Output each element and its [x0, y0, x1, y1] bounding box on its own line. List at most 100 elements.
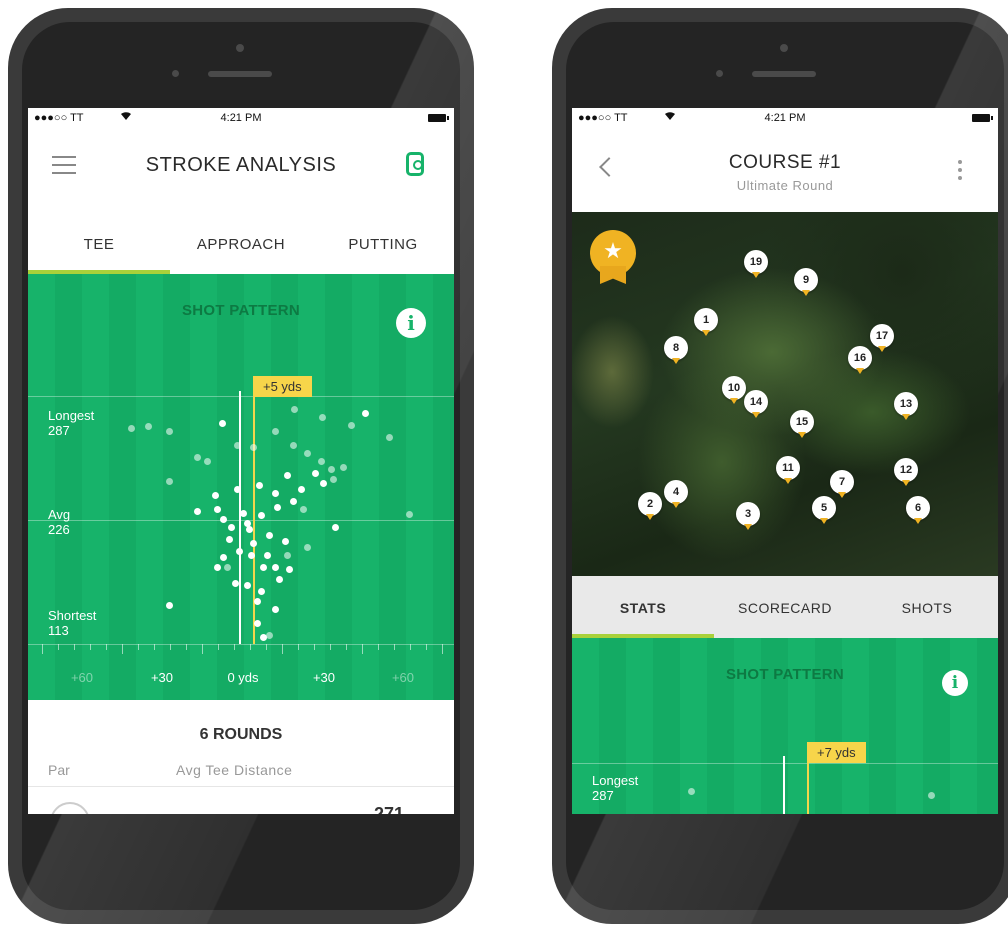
shot-dot — [232, 580, 239, 587]
info-icon[interactable]: i — [942, 670, 968, 696]
analysis-tabs: TEE APPROACH PUTTING — [28, 228, 454, 274]
shot-dot — [236, 548, 243, 555]
proximity-sensor — [716, 70, 723, 77]
battery-icon — [972, 114, 993, 122]
shot-dot — [298, 486, 305, 493]
course-tabs: STATS SCORECARD SHOTS — [572, 576, 998, 638]
shot-dot — [256, 482, 263, 489]
shot-dot — [330, 476, 337, 483]
hole-pin-9[interactable]: 9 — [794, 268, 818, 296]
hole-pin-17[interactable]: 17 — [870, 324, 894, 352]
axis-tick — [202, 644, 203, 654]
shot-dot — [328, 466, 335, 473]
shot-dot — [240, 510, 247, 517]
shot-dot — [332, 524, 339, 531]
earpiece-speaker — [752, 71, 816, 77]
hole-pin-19[interactable]: 19 — [744, 250, 768, 278]
axis-tick — [314, 644, 315, 650]
shot-dot — [304, 450, 311, 457]
par-label: Par — [48, 762, 70, 778]
bias-line — [807, 756, 809, 814]
axis-tick — [154, 644, 155, 650]
tab-scorecard[interactable]: SCORECARD — [714, 576, 856, 638]
watch-icon[interactable] — [406, 152, 424, 176]
status-bar: ●●●○○ TT 4:21 PM — [572, 108, 998, 130]
hole-pin-2[interactable]: 2 — [638, 492, 662, 520]
info-icon[interactable]: i — [396, 308, 426, 338]
shot-dot — [234, 486, 241, 493]
axis-tick — [362, 644, 363, 654]
course-map[interactable]: ★ 19 9 1 8 17 16 10 14 13 15 11 7 12 4 2 3 5 6 — [572, 212, 998, 576]
left-phone: ●●●○○ TT 4:21 PM STROKE ANALYSIS TEE APP… — [8, 8, 474, 924]
right-screen: ●●●○○ TT 4:21 PM COURSE #1 Ultimate Roun… — [572, 108, 998, 814]
hole-pin-13[interactable]: 13 — [894, 392, 918, 420]
tab-stats[interactable]: STATS — [572, 576, 714, 638]
shot-dot — [250, 444, 257, 451]
tab-putting[interactable]: PUTTING — [312, 228, 454, 274]
star-badge-icon: ★ — [590, 230, 636, 284]
axis-tick — [378, 644, 379, 650]
course-header: COURSE #1 Ultimate Round — [572, 130, 998, 212]
shot-dot — [166, 478, 173, 485]
tab-shots[interactable]: SHOTS — [856, 576, 998, 638]
shot-dot — [220, 516, 227, 523]
shot-dot — [272, 564, 279, 571]
status-bar: ●●●○○ TT 4:21 PM — [28, 108, 454, 130]
tab-tee[interactable]: TEE — [28, 228, 170, 274]
shot-dot — [204, 458, 211, 465]
avg-tee-distance-label: Avg Tee Distance — [176, 762, 293, 778]
hole-pin-5[interactable]: 5 — [812, 496, 836, 524]
shot-dot — [234, 442, 241, 449]
hole-pin-7[interactable]: 7 — [830, 470, 854, 498]
shot-dot — [272, 490, 279, 497]
shot-pattern-title: SHOT PATTERN — [181, 302, 301, 319]
hole-pin-1[interactable]: 1 — [694, 308, 718, 336]
shot-dot — [258, 588, 265, 595]
shot-dot — [224, 564, 231, 571]
center-line — [239, 391, 241, 644]
shot-dot — [166, 428, 173, 435]
hole-pin-3[interactable]: 3 — [736, 502, 760, 530]
shot-dot — [286, 566, 293, 573]
shot-dot — [212, 492, 219, 499]
shot-dot — [194, 454, 201, 461]
longest-label: Longest 287 — [48, 408, 95, 438]
shot-dot — [318, 458, 325, 465]
proximity-sensor — [172, 70, 179, 77]
axis-label-right-60: +60 — [391, 670, 415, 685]
axis-tick — [394, 644, 395, 650]
battery-icon — [428, 114, 449, 122]
hole-pin-4[interactable]: 4 — [664, 480, 688, 508]
avg-label: Avg 226 — [48, 507, 71, 537]
axis-baseline — [28, 644, 454, 645]
shot-dot — [304, 544, 311, 551]
hole-pin-11[interactable]: 11 — [776, 456, 800, 484]
axis-tick — [442, 644, 443, 654]
shot-pattern-panel: SHOT PATTERN i Longest 287 Avg 226 Short… — [28, 274, 454, 700]
hole-pin-6[interactable]: 6 — [906, 496, 930, 524]
hole-pin-14[interactable]: 14 — [744, 390, 768, 418]
bias-tag: +5 yds — [253, 376, 312, 397]
shot-dot — [214, 506, 221, 513]
axis-tick — [250, 644, 251, 650]
axis-label-left-60: +60 — [70, 670, 94, 685]
shot-pattern-panel: SHOT PATTERN i Longest 287 +7 yds — [572, 638, 998, 814]
hole-pin-10[interactable]: 10 — [722, 376, 746, 404]
axis-label-right-30: +30 — [312, 670, 336, 685]
shot-dot — [258, 512, 265, 519]
shot-dot — [290, 498, 297, 505]
axis-tick — [298, 644, 299, 650]
tab-approach[interactable]: APPROACH — [170, 228, 312, 274]
hole-pin-15[interactable]: 15 — [790, 410, 814, 438]
hole-pin-8[interactable]: 8 — [664, 336, 688, 364]
earpiece-speaker — [208, 71, 272, 77]
axis-tick — [186, 644, 187, 650]
shot-dot — [688, 788, 695, 795]
left-screen: ●●●○○ TT 4:21 PM STROKE ANALYSIS TEE APP… — [28, 108, 454, 814]
axis-tick — [266, 644, 267, 650]
shot-dot — [291, 406, 298, 413]
shot-dot — [246, 526, 253, 533]
hole-pin-16[interactable]: 16 — [848, 346, 872, 374]
more-icon[interactable] — [958, 160, 962, 180]
hole-pin-12[interactable]: 12 — [894, 458, 918, 486]
